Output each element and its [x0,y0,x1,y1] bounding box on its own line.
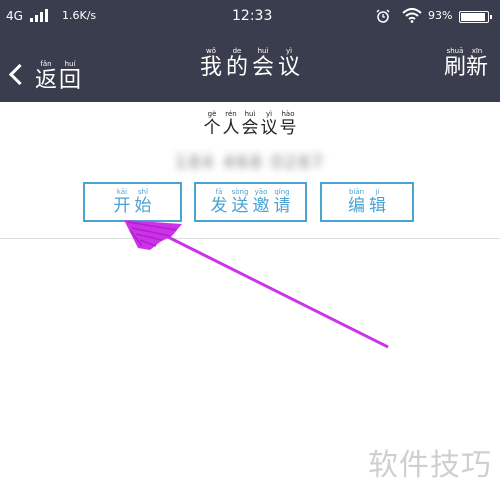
annotation-arrow [124,220,389,349]
watermark: 软件技巧 [368,448,492,483]
